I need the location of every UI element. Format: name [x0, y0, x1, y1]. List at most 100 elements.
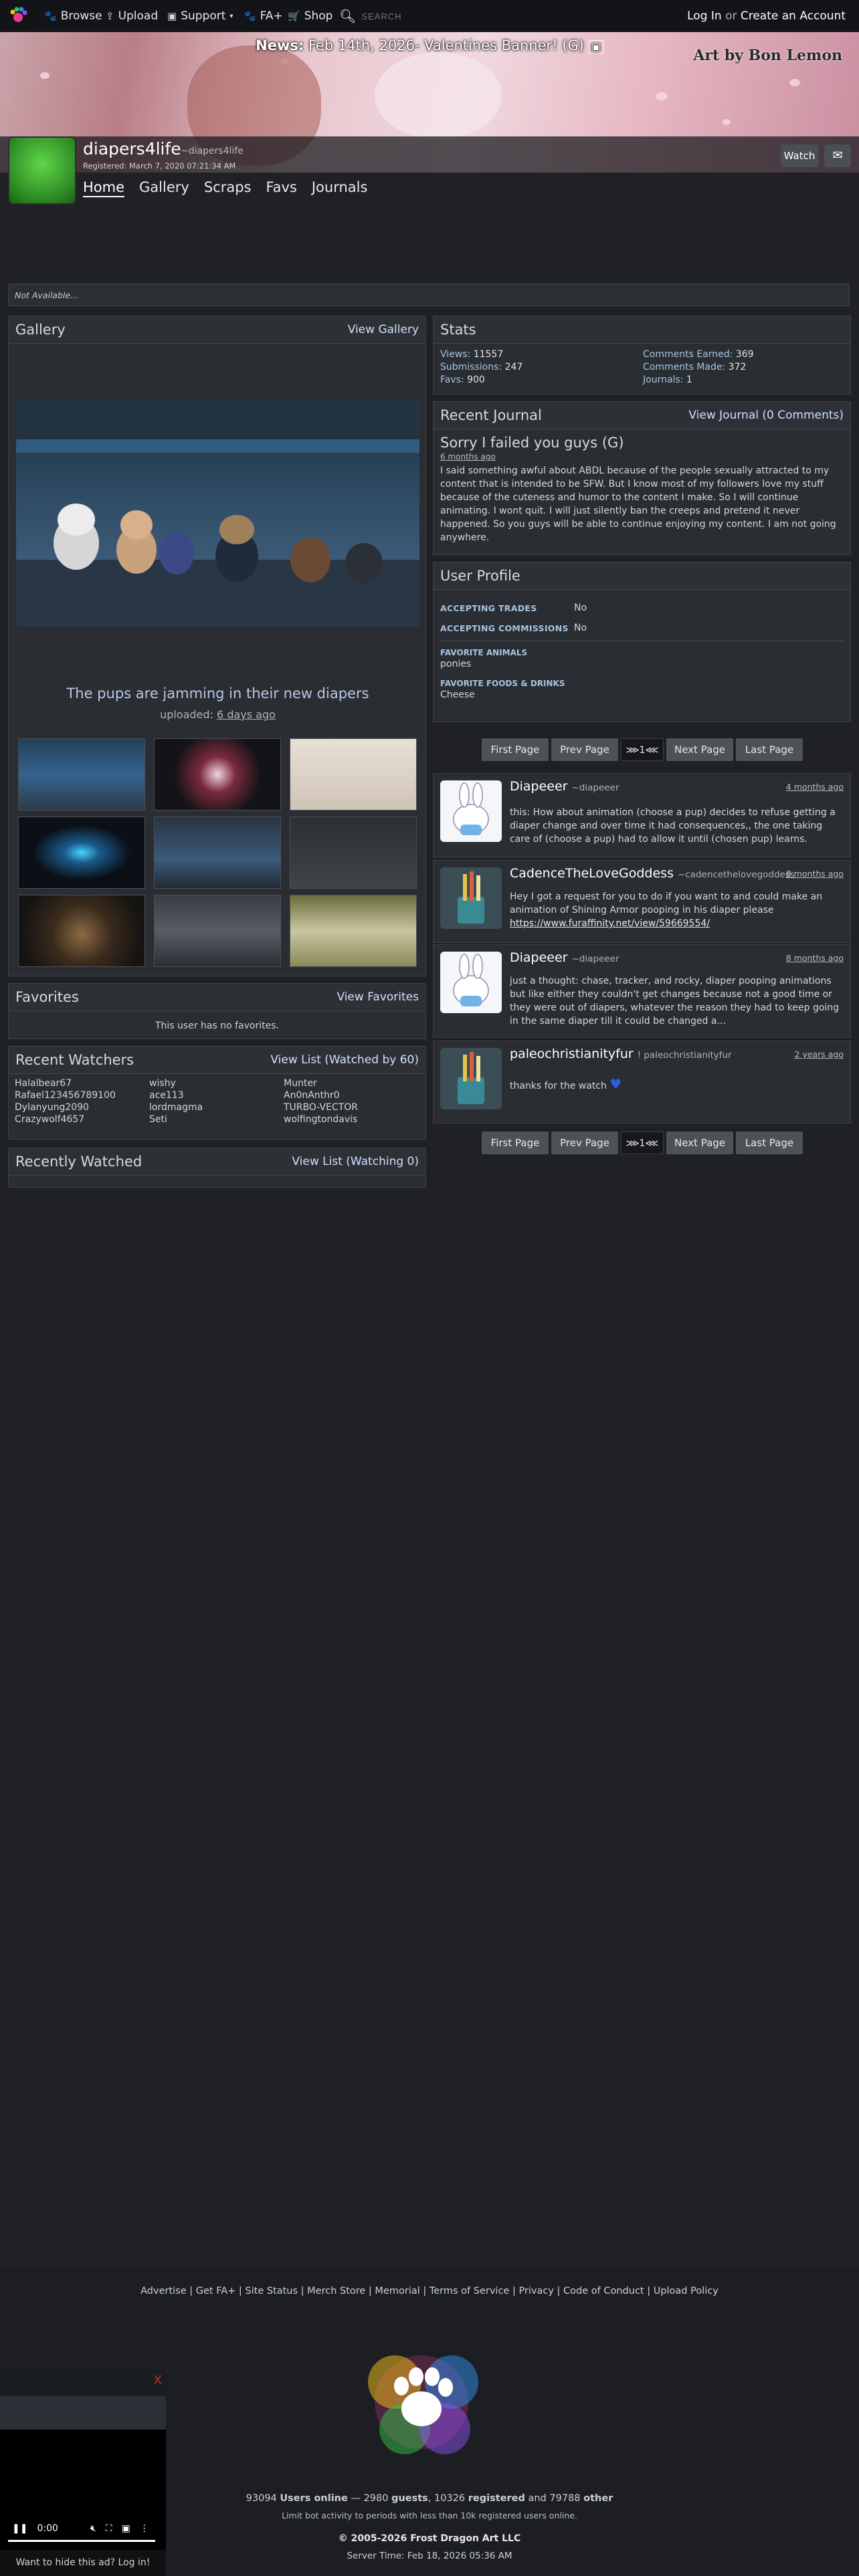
tab-favs[interactable]: Favs: [266, 179, 296, 197]
create-account-link[interactable]: Create an Account: [741, 9, 846, 23]
mute-icon[interactable]: 🔇︎: [90, 2523, 96, 2534]
tab-gallery[interactable]: Gallery: [139, 179, 189, 197]
comment-card: Diapeeer ~diapeeer 8 months ago just a th…: [433, 944, 851, 1038]
stat-submissions: Submissions: 247: [440, 362, 523, 372]
more-options-icon[interactable]: ⋮: [140, 2523, 149, 2534]
gallery-title: Gallery: [15, 322, 66, 338]
video-ad[interactable]: X ❚❚ 0:00 🔇︎ ⛶ ▣ ⋮ Want to hide this ad?…: [0, 2369, 166, 2576]
prev-page-button[interactable]: Prev Page: [551, 1132, 618, 1154]
close-ad-button[interactable]: X: [154, 2373, 162, 2387]
watcher-link[interactable]: ace113: [149, 1090, 284, 1101]
watcher-link[interactable]: lordmagma: [149, 1102, 284, 1113]
comment-author[interactable]: CadenceTheLoveGoddess ~cadencethelovegodd…: [510, 866, 795, 881]
comment-avatar[interactable]: [440, 1048, 502, 1109]
next-page-button[interactable]: Next Page: [666, 738, 733, 761]
watcher-link[interactable]: Crazywolf4657: [15, 1114, 149, 1125]
last-page-button[interactable]: Last Page: [736, 1132, 803, 1154]
user-avatar[interactable]: [8, 136, 76, 205]
comment-text: this: How about animation (choose a pup)…: [510, 807, 836, 845]
next-page-button[interactable]: Next Page: [666, 1132, 733, 1154]
comment-time[interactable]: 2 years ago: [794, 1049, 844, 1059]
comment-author[interactable]: paleochristianityfur! paleochristianityf…: [510, 1047, 732, 1061]
recent-watchers-panel: Recent Watchers View List (Watched by 60…: [8, 1046, 426, 1140]
gallery-thumbnail[interactable]: [154, 895, 281, 967]
nav-support[interactable]: ▣ Support ▾: [167, 9, 233, 23]
watcher-link[interactable]: Halalbear67: [15, 1078, 149, 1089]
footer-links[interactable]: Advertise | Get FA+ | Site Status | Merc…: [0, 2286, 859, 2296]
video-time: 0:00: [37, 2523, 58, 2534]
gallery-thumbnail[interactable]: [290, 895, 417, 967]
gallery-thumbnail[interactable]: [18, 895, 145, 967]
banner-wing: [375, 52, 502, 139]
gallery-thumbnail[interactable]: [290, 738, 417, 811]
gallery-thumbnail[interactable]: [154, 817, 281, 889]
nav-browse-label: Browse: [60, 9, 102, 23]
watcher-link[interactable]: Seti: [149, 1114, 284, 1125]
view-favorites-link[interactable]: View Favorites: [337, 990, 419, 1004]
prev-page-button[interactable]: Prev Page: [551, 738, 618, 761]
comment-avatar[interactable]: [440, 952, 502, 1013]
featured-submission-image[interactable]: [16, 399, 419, 627]
gallery-thumbnail[interactable]: [290, 817, 417, 889]
featured-upload-date: uploaded: 6 days ago: [9, 708, 427, 721]
tab-journals[interactable]: Journals: [312, 179, 368, 197]
comment-avatar[interactable]: [440, 780, 502, 842]
view-watchers-link[interactable]: View List (Watched by 60): [270, 1053, 419, 1067]
uploaded-value: 6 days ago: [217, 708, 276, 721]
brushes-avatar-icon: [458, 1052, 484, 1104]
user-profile-title: User Profile: [440, 568, 520, 584]
first-page-button[interactable]: First Page: [482, 738, 549, 761]
news-link[interactable]: Feb 14th, 2026- Valentines Banner! (G): [308, 37, 584, 53]
nav-fa-plus[interactable]: 🐾 FA+: [244, 9, 283, 23]
comment-time[interactable]: 4 months ago: [786, 782, 844, 792]
view-watching-link[interactable]: View List (Watching 0): [292, 1155, 419, 1168]
view-gallery-link[interactable]: View Gallery: [348, 323, 419, 336]
watch-button[interactable]: Watch: [781, 144, 818, 167]
hide-ad-login-link[interactable]: Want to hide this ad? Log in!: [0, 2550, 166, 2576]
journal-heading[interactable]: Sorry I failed you guys (G): [434, 429, 850, 451]
pause-icon[interactable]: ❚❚: [12, 2523, 27, 2534]
comment-link[interactable]: https://www.furaffinity.net/view/5966955…: [510, 918, 710, 929]
comment-time[interactable]: 8 months ago: [786, 953, 844, 963]
comment-author[interactable]: Diapeeer ~diapeeer: [510, 779, 619, 794]
watcher-link[interactable]: An0nAnthr0: [284, 1090, 418, 1101]
featured-title[interactable]: The pups are jamming in their new diaper…: [9, 685, 427, 702]
nav-shop[interactable]: 🛒 Shop: [288, 9, 332, 23]
first-page-button[interactable]: First Page: [482, 1132, 549, 1154]
tab-home[interactable]: Home: [83, 179, 125, 197]
watcher-link[interactable]: wishy: [149, 1078, 284, 1089]
nav-browse[interactable]: 🐾 Browse: [44, 9, 102, 23]
tab-scraps[interactable]: Scraps: [204, 179, 252, 197]
gallery-thumbnail[interactable]: [18, 817, 145, 889]
search-input[interactable]: [360, 10, 430, 22]
comment-author[interactable]: Diapeeer ~diapeeer: [510, 950, 619, 965]
profile-notice: Not Available...: [8, 284, 850, 306]
featured-scene: [16, 399, 419, 627]
watcher-link[interactable]: Munter: [284, 1078, 418, 1089]
video-progress-bar[interactable]: [8, 2540, 155, 2542]
view-journal-link[interactable]: View Journal (0 Comments): [688, 409, 844, 422]
paw-icon: 🐾: [44, 10, 57, 22]
gallery-thumbnail[interactable]: [18, 738, 145, 811]
comment-avatar[interactable]: [440, 867, 502, 929]
gallery-thumbnail[interactable]: [154, 738, 281, 811]
stat-comments-earned: Comments Earned: 369: [643, 349, 754, 360]
comment-text: Hey I got a request for you to do if you…: [510, 891, 823, 929]
watcher-link[interactable]: Rafael123456789100: [15, 1090, 149, 1101]
last-page-button[interactable]: Last Page: [736, 738, 803, 761]
message-button[interactable]: ✉: [824, 144, 851, 167]
comment-time[interactable]: 8 months ago: [786, 869, 844, 879]
nav-upload[interactable]: ⇪ Upload: [106, 9, 158, 23]
login-link[interactable]: Log In: [687, 9, 722, 23]
fullscreen-icon[interactable]: ⛶: [106, 2523, 112, 2534]
watcher-link[interactable]: TURBO-VECTOR: [284, 1102, 418, 1113]
site-logo[interactable]: [8, 5, 28, 25]
watcher-link[interactable]: Dylanyung2090: [15, 1102, 149, 1113]
favorite-animals-value: ponies: [440, 659, 472, 669]
watcher-link[interactable]: wolfingtondavis: [284, 1114, 418, 1125]
pip-icon[interactable]: ▣: [122, 2523, 130, 2534]
ad-header: [0, 2369, 166, 2396]
search-box[interactable]: 🔍︎: [339, 7, 433, 25]
comment-text: just a thought: chase, tracker, and rock…: [510, 976, 840, 1027]
auth-or: or: [725, 9, 737, 23]
